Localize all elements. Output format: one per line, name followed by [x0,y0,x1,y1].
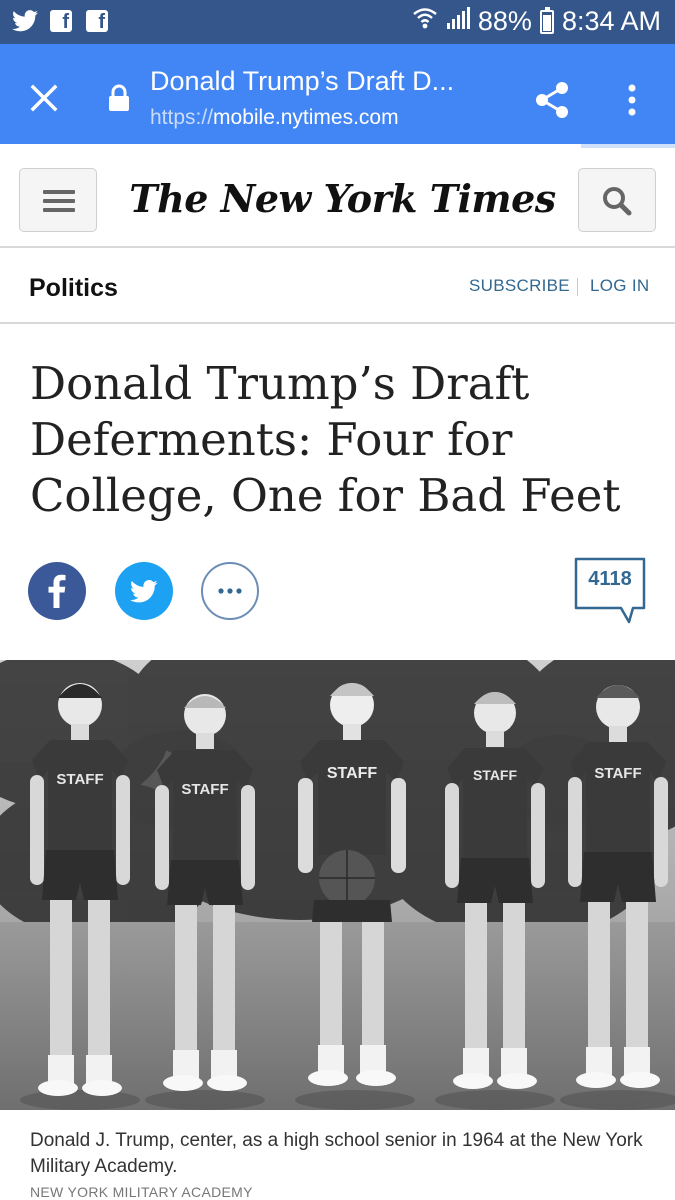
system-status: 88% 8:34 AM [412,5,661,38]
subscribe-link[interactable]: SUBSCRIBE [469,276,570,296]
menu-button[interactable] [19,168,97,232]
svg-text:STAFF: STAFF [327,765,378,782]
comment-bubble-icon [574,557,646,624]
progress-fill [0,144,581,148]
url-host: mobile.nytimes.com [213,106,399,129]
url-scheme: https:// [150,106,214,129]
svg-text:STAFF: STAFF [594,765,641,782]
svg-text:STAFF: STAFF [56,771,103,788]
notification-icons: f f [12,8,110,34]
status-bar: f f 88% 8:34 AM [0,0,675,44]
lock-icon [108,84,130,112]
facebook-icon [48,574,66,608]
hamburger-icon [43,190,75,194]
page-load-progress [0,144,675,148]
divider [577,278,578,296]
site-logo[interactable]: The New York Times [120,168,565,230]
facebook-icon: f [84,8,110,34]
close-tab-button[interactable] [22,76,66,120]
more-vert-icon [628,84,636,116]
login-link[interactable]: LOG IN [590,276,649,296]
search-icon [603,187,632,216]
comments-button[interactable]: 4118 [573,556,647,624]
more-share-options-button[interactable] [201,562,259,620]
share-icon [536,82,568,118]
article-photo[interactable]: STAFF STAFF STAFF STAFF STAFF [0,660,675,1110]
facebook-share-button[interactable] [28,562,86,620]
page-title: Donald Trump’s Draft D... [150,66,455,96]
svg-text:STAFF: STAFF [473,767,518,783]
twitter-icon [12,8,38,34]
share-button[interactable] [530,78,574,122]
section-bar: Politics SUBSCRIBE LOG IN [0,250,675,324]
section-label[interactable]: Politics [29,274,118,303]
svg-text:STAFF: STAFF [181,781,228,798]
battery-icon [539,6,554,34]
browser-toolbar: Donald Trump’s Draft D... https://mobile… [0,44,675,148]
facebook-icon: f [48,8,74,34]
more-horiz-icon [218,588,242,594]
search-button[interactable] [578,168,656,232]
battery-percent: 88% [477,6,532,36]
article-headline: Donald Trump’s Draft Deferments: Four fo… [30,357,621,522]
site-header: The New York Times [0,152,675,248]
close-icon [30,84,58,112]
overflow-menu-button[interactable] [612,78,652,122]
wifi-icon [412,5,438,38]
photo-credit: NEW YORK MILITARY ACADEMY [30,1184,253,1200]
signal-icon [446,6,470,37]
battery-level [542,14,551,31]
photo-caption: Donald J. Trump, center, as a high schoo… [30,1130,643,1177]
comments-count: 4118 [588,568,632,590]
twitter-share-button[interactable] [115,562,173,620]
twitter-icon [130,580,158,603]
clock: 8:34 AM [561,6,661,36]
url-display[interactable]: https://mobile.nytimes.com [150,106,399,130]
